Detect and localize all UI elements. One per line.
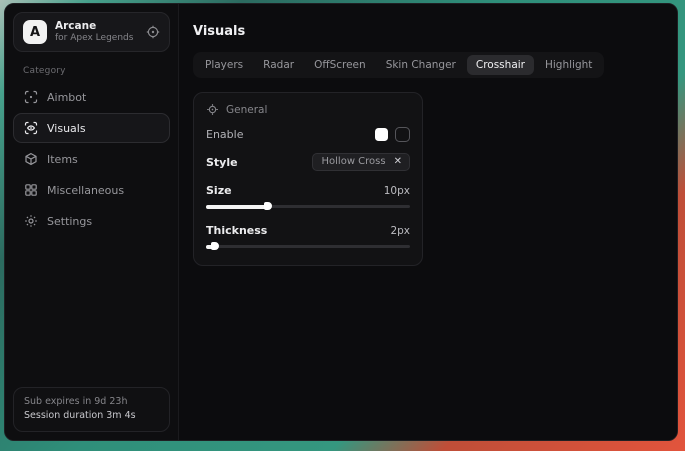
enable-label: Enable [206, 128, 243, 141]
thickness-slider[interactable] [206, 241, 410, 251]
subscription-info-card: Sub expires in 9d 23h Session duration 3… [13, 387, 170, 432]
sidebar: A Arcane for Apex Legends Category [5, 4, 179, 440]
size-slider-fill [206, 205, 267, 209]
sidebar-item-aimbot[interactable]: Aimbot [13, 82, 170, 112]
app-header-card: A Arcane for Apex Legends [13, 12, 170, 52]
panel-header: General [206, 103, 410, 116]
sidebar-item-label: Aimbot [47, 91, 86, 104]
sidebar-item-visuals[interactable]: Visuals [13, 113, 170, 143]
enable-controls [375, 127, 410, 142]
category-label: Category [23, 66, 178, 76]
sub-expires-text: Sub expires in 9d 23h [24, 395, 159, 410]
sidebar-item-label: Miscellaneous [47, 184, 124, 197]
panel-title: General [226, 104, 267, 116]
grid-icon [24, 183, 38, 197]
sidebar-item-items[interactable]: Items [13, 144, 170, 174]
tab-highlight[interactable]: Highlight [536, 55, 601, 75]
thickness-slider-thumb[interactable] [211, 242, 219, 250]
size-slider[interactable] [206, 201, 410, 211]
page-title: Visuals [193, 24, 663, 39]
sidebar-nav: Aimbot Visuals [5, 82, 178, 237]
session-duration-text: Session duration 3m 4s [24, 409, 159, 424]
style-selected-value: Hollow Cross [322, 156, 386, 167]
size-value: 10px [384, 185, 410, 197]
style-label: Style [206, 156, 238, 169]
sidebar-item-settings[interactable]: Settings [13, 206, 170, 236]
tab-offscreen[interactable]: OffScreen [305, 55, 375, 75]
app-subtitle: for Apex Legends [55, 33, 138, 44]
size-row: Size 10px [206, 184, 410, 197]
package-icon [24, 152, 38, 166]
eye-scan-icon [24, 121, 38, 135]
tab-crosshair[interactable]: Crosshair [467, 55, 534, 75]
sidebar-item-label: Settings [47, 215, 92, 228]
style-select[interactable]: Hollow Cross ✕ [312, 153, 410, 171]
general-panel: General Enable Style Hollow Cross ✕ Size… [193, 92, 423, 266]
size-label: Size [206, 184, 232, 197]
tab-players[interactable]: Players [196, 55, 252, 75]
app-window: A Arcane for Apex Legends Category [4, 3, 678, 441]
thickness-value: 2px [390, 225, 410, 237]
enable-row: Enable [206, 127, 410, 142]
tab-bar: Players Radar OffScreen Skin Changer Cro… [193, 52, 604, 78]
app-logo: A [23, 20, 47, 44]
thickness-slider-track [206, 245, 410, 248]
gear-icon [24, 214, 38, 228]
size-slider-thumb[interactable] [264, 202, 272, 210]
tab-radar[interactable]: Radar [254, 55, 303, 75]
style-row: Style Hollow Cross ✕ [206, 153, 410, 171]
enable-checkbox[interactable] [395, 127, 410, 142]
tab-skin-changer[interactable]: Skin Changer [377, 55, 465, 75]
sidebar-item-miscellaneous[interactable]: Miscellaneous [13, 175, 170, 205]
sidebar-item-label: Items [47, 153, 78, 166]
crosshair-icon [206, 103, 219, 116]
main-content: Visuals Players Radar OffScreen Skin Cha… [179, 4, 677, 440]
target-icon[interactable] [146, 25, 160, 39]
crosshair-scan-icon [24, 90, 38, 104]
app-name: Arcane [55, 20, 138, 33]
app-titles: Arcane for Apex Legends [55, 20, 138, 44]
color-swatch[interactable] [375, 128, 388, 141]
thickness-row: Thickness 2px [206, 224, 410, 237]
sidebar-item-label: Visuals [47, 122, 86, 135]
thickness-label: Thickness [206, 224, 267, 237]
clear-icon[interactable]: ✕ [394, 156, 402, 167]
